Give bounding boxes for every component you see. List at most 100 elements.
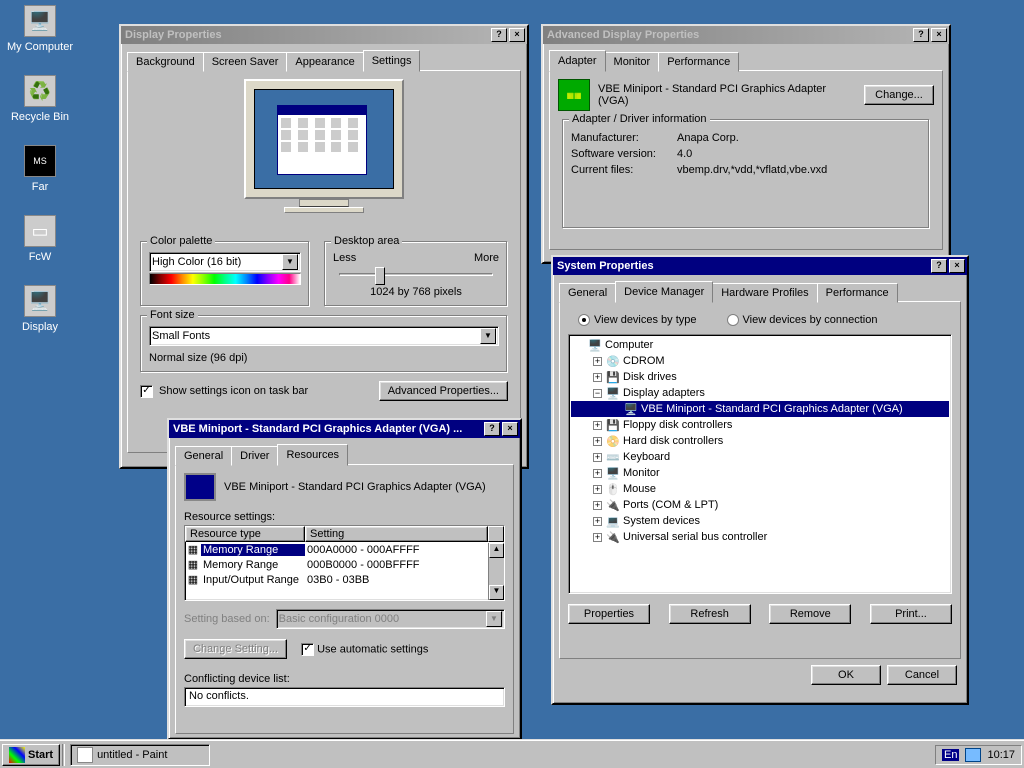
tree-item[interactable]: +💾Disk drives xyxy=(571,369,949,385)
tree-item[interactable]: +🔌Universal serial bus controller xyxy=(571,529,949,545)
help-button[interactable]: ? xyxy=(484,422,500,436)
icon-label: Far xyxy=(5,181,75,193)
close-button[interactable]: × xyxy=(931,28,947,42)
tree-expand-icon[interactable]: − xyxy=(593,389,602,398)
properties-button[interactable]: Properties xyxy=(568,604,650,624)
help-button[interactable]: ? xyxy=(491,28,507,42)
resource-list[interactable]: Resource type Setting ▦Memory Range000A0… xyxy=(184,525,505,601)
tab-background[interactable]: Background xyxy=(127,52,204,72)
desktop-icon-fcw[interactable]: ▭FcW xyxy=(5,215,75,263)
display-properties-window[interactable]: Display Properties ? × Background Screen… xyxy=(119,24,529,469)
taskbar[interactable]: Start untitled - Paint En 10:17 xyxy=(0,740,1024,768)
tree-expand-icon[interactable]: + xyxy=(593,453,602,462)
start-button[interactable]: Start xyxy=(2,744,60,766)
tree-item[interactable]: +📀Hard disk controllers xyxy=(571,433,949,449)
chevron-down-icon[interactable]: ▼ xyxy=(480,328,496,344)
desktop-icon-recycle-bin[interactable]: ♻️Recycle Bin xyxy=(5,75,75,123)
change-button[interactable]: Change... xyxy=(864,85,934,105)
col-resource-type[interactable]: Resource type xyxy=(185,526,305,542)
color-palette-dropdown[interactable]: High Color (16 bit) ▼ xyxy=(149,252,301,272)
resource-row[interactable]: ▦Memory Range000A0000 - 000AFFFF xyxy=(185,542,504,557)
tab-general[interactable]: General xyxy=(559,283,616,303)
advanced-display-window[interactable]: Advanced Display Properties ? × Adapter … xyxy=(541,24,951,264)
language-indicator[interactable]: En xyxy=(942,749,959,761)
color-palette-label: Color palette xyxy=(147,235,215,247)
resource-type[interactable]: Memory Range xyxy=(201,559,305,571)
font-size-dropdown[interactable]: Small Fonts ▼ xyxy=(149,326,499,346)
print-button[interactable]: Print... xyxy=(870,604,952,624)
tab-adapter[interactable]: Adapter xyxy=(549,50,606,72)
tree-expand-icon[interactable]: + xyxy=(593,437,602,446)
tree-expand-icon[interactable]: + xyxy=(593,533,602,542)
tab-hardware-profiles[interactable]: Hardware Profiles xyxy=(712,283,817,303)
tree-item[interactable]: +💻System devices xyxy=(571,513,949,529)
tab-performance[interactable]: Performance xyxy=(658,52,739,72)
tree-expand-icon[interactable]: + xyxy=(593,421,602,430)
help-button[interactable]: ? xyxy=(931,259,947,273)
chevron-down-icon[interactable]: ▼ xyxy=(282,254,298,270)
view-connection-radio[interactable]: View devices by connection xyxy=(727,314,878,326)
titlebar[interactable]: Display Properties ? × xyxy=(121,26,527,44)
tree-expand-icon[interactable]: + xyxy=(593,501,602,510)
taskbar-task-paint[interactable]: untitled - Paint xyxy=(70,744,210,766)
tree-expand-icon[interactable]: + xyxy=(593,373,602,382)
resource-row[interactable]: ▦Input/Output Range03B0 - 03BB xyxy=(185,572,504,587)
tree-item[interactable]: +💿CDROM xyxy=(571,353,949,369)
close-button[interactable]: × xyxy=(509,28,525,42)
tree-item[interactable]: +💾Floppy disk controllers xyxy=(571,417,949,433)
resolution-slider[interactable] xyxy=(333,264,499,284)
tab-settings[interactable]: Settings xyxy=(363,50,421,72)
tab-device-manager[interactable]: Device Manager xyxy=(615,281,713,303)
tab-content: VBE Miniport - Standard PCI Graphics Ada… xyxy=(175,464,514,734)
system-properties-window[interactable]: System Properties ? × General Device Man… xyxy=(551,255,969,705)
help-button[interactable]: ? xyxy=(913,28,929,42)
scrollbar[interactable]: ▲ ▼ xyxy=(488,543,504,600)
tree-expand-icon[interactable]: + xyxy=(593,517,602,526)
remove-button[interactable]: Remove xyxy=(769,604,851,624)
slider-less-label: Less xyxy=(333,252,356,264)
resource-type[interactable]: Memory Range xyxy=(201,544,305,556)
tab-appearance[interactable]: Appearance xyxy=(286,52,363,72)
close-button[interactable]: × xyxy=(949,259,965,273)
system-tray[interactable]: En 10:17 xyxy=(935,745,1022,765)
tree-item[interactable]: −🖥️Display adapters xyxy=(571,385,949,401)
tab-general[interactable]: General xyxy=(175,446,232,466)
tree-expand-icon[interactable]: + xyxy=(593,357,602,366)
tab-monitor[interactable]: Monitor xyxy=(605,52,660,72)
device-tree[interactable]: 🖥️Computer+💿CDROM+💾Disk drives−🖥️Display… xyxy=(568,334,952,594)
tab-resources[interactable]: Resources xyxy=(277,444,348,466)
tab-screensaver[interactable]: Screen Saver xyxy=(203,52,288,72)
tree-expand-icon[interactable]: + xyxy=(593,469,602,478)
show-icon-checkbox[interactable]: ✓ xyxy=(140,385,153,398)
titlebar[interactable]: System Properties ? × xyxy=(553,257,967,275)
tree-item[interactable]: 🖥️Computer xyxy=(571,337,949,353)
view-type-radio[interactable]: View devices by type xyxy=(578,314,697,326)
refresh-button[interactable]: Refresh xyxy=(669,604,751,624)
titlebar[interactable]: VBE Miniport - Standard PCI Graphics Ada… xyxy=(169,420,520,438)
resource-row[interactable]: ▦Memory Range000B0000 - 000BFFFF xyxy=(185,557,504,572)
advanced-properties-button[interactable]: Advanced Properties... xyxy=(379,381,508,401)
vbe-properties-window[interactable]: VBE Miniport - Standard PCI Graphics Ada… xyxy=(167,418,522,740)
device-icon: 📀 xyxy=(605,433,621,449)
tree-item[interactable]: +🖱️Mouse xyxy=(571,481,949,497)
slider-more-label: More xyxy=(474,252,499,264)
tree-item[interactable]: +🖥️Monitor xyxy=(571,465,949,481)
col-setting[interactable]: Setting xyxy=(305,526,488,542)
tree-item[interactable]: 🖥️VBE Miniport - Standard PCI Graphics A… xyxy=(571,401,949,417)
use-auto-checkbox[interactable]: ✓ Use automatic settings xyxy=(301,643,428,656)
titlebar[interactable]: Advanced Display Properties ? × xyxy=(543,26,949,44)
tray-display-icon[interactable] xyxy=(965,748,981,762)
close-button[interactable]: × xyxy=(502,422,518,436)
font-size-label: Font size xyxy=(147,309,198,321)
tab-driver[interactable]: Driver xyxy=(231,446,278,466)
desktop-icon-display[interactable]: 🖥️Display xyxy=(5,285,75,333)
cancel-button[interactable]: Cancel xyxy=(887,665,957,685)
desktop-icon-far[interactable]: MSFar xyxy=(5,145,75,193)
desktop-icon-my-computer[interactable]: 🖥️My Computer xyxy=(5,5,75,53)
tree-item[interactable]: +🔌Ports (COM & LPT) xyxy=(571,497,949,513)
ok-button[interactable]: OK xyxy=(811,665,881,685)
tab-performance[interactable]: Performance xyxy=(817,283,898,303)
tree-item[interactable]: +⌨️Keyboard xyxy=(571,449,949,465)
resource-type[interactable]: Input/Output Range xyxy=(201,574,305,586)
tree-expand-icon[interactable]: + xyxy=(593,485,602,494)
